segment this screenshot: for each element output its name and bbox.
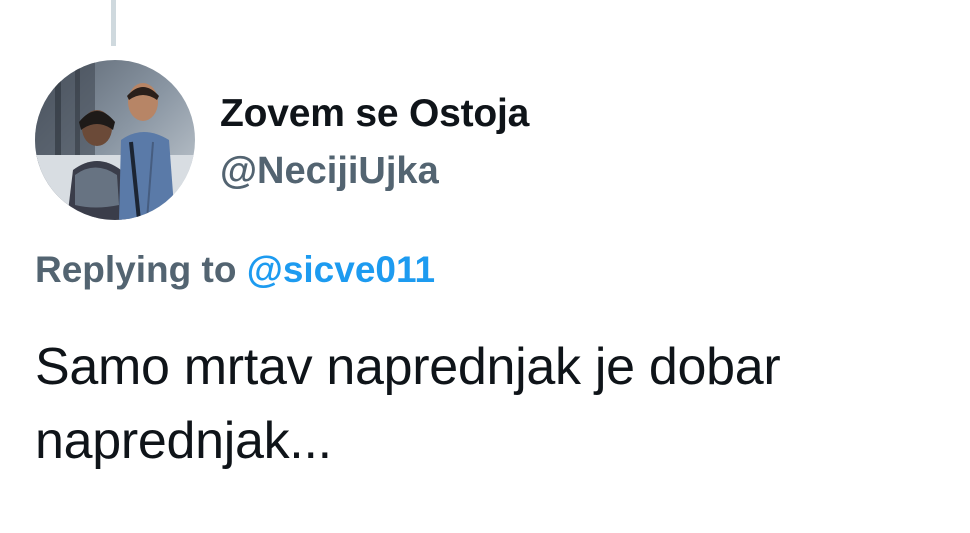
replying-to-label: Replying to (35, 249, 237, 290)
thread-connector-line (111, 0, 116, 46)
tweet-text: Samo mrtav naprednjak je dobar naprednja… (35, 338, 781, 470)
tweet: Zovem se Ostoja @NecijiUjka Replying to … (0, 0, 970, 533)
reply-mention-link[interactable]: @sicve011 (247, 249, 435, 290)
avatar[interactable] (35, 60, 195, 220)
author-handle[interactable]: @NecijiUjka (220, 150, 439, 193)
author-display-name[interactable]: Zovem se Ostoja (220, 92, 529, 136)
replying-to-line: Replying to @sicve011 (35, 249, 435, 291)
profile-photo-icon (35, 60, 195, 220)
